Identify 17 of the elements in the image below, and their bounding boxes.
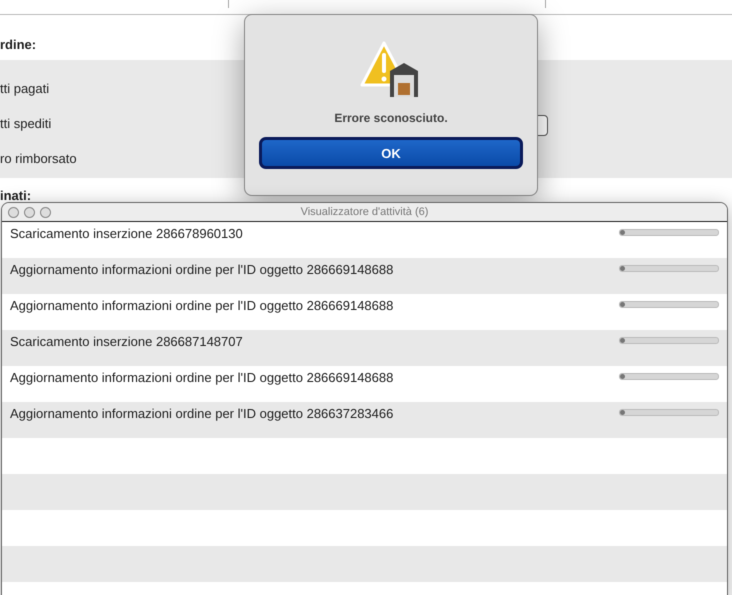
close-button[interactable] xyxy=(8,206,19,218)
option-label: ro rimborsato xyxy=(0,151,77,166)
alert-message: Errore sconosciuto. xyxy=(334,111,448,125)
ok-button[interactable]: OK xyxy=(259,137,523,169)
task-label: Aggiornamento informazioni ordine per l'ID oggetto 286669148688 xyxy=(10,370,394,385)
zoom-button[interactable] xyxy=(40,206,51,218)
minimize-button[interactable] xyxy=(24,206,35,218)
task-label: Aggiornamento informazioni ordine per l'ID oggetto 286669148688 xyxy=(10,262,394,277)
window-title: Visualizzatore d'attività (6) xyxy=(300,206,428,218)
option-label: tti pagati xyxy=(0,81,50,96)
task-label: Scaricamento inserzione 286687148707 xyxy=(10,334,244,349)
task-label: Aggiornamento informazioni ordine per l'ID oggetto 286669148688 xyxy=(10,298,394,313)
option-label: tti spediti xyxy=(0,116,52,131)
task-label: Aggiornamento informazioni ordine per l'ID oggetto 286637283466 xyxy=(10,406,394,421)
section-label: inati: xyxy=(0,187,32,203)
task-label: Scaricamento inserzione 286678960130 xyxy=(10,226,244,241)
section-label: rdine: xyxy=(0,36,38,54)
